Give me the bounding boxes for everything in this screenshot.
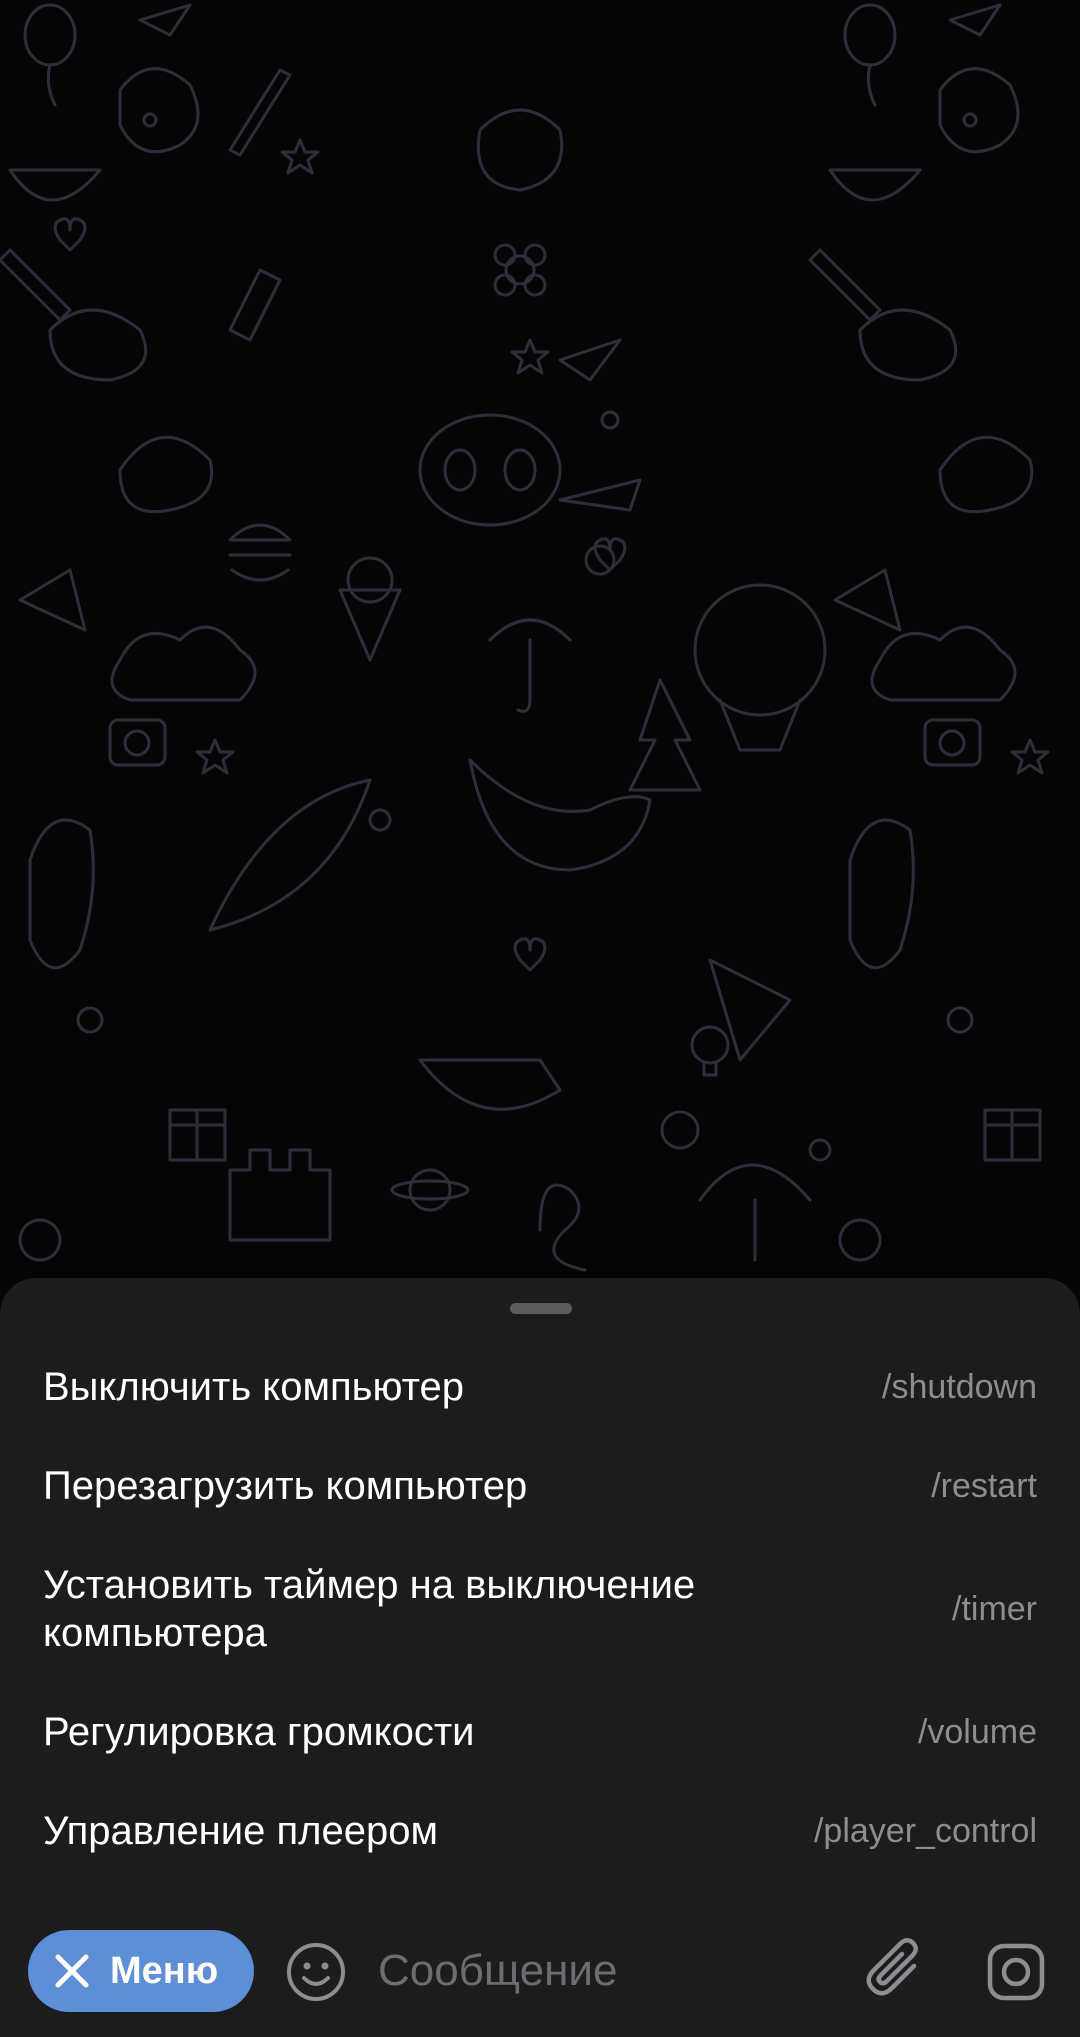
chat-wallpaper — [0, 3, 1050, 1272]
command-item-volume[interactable]: Регулировка громкости /volume — [0, 1708, 1080, 1756]
command-item-shutdown[interactable]: Выключить компьютер /shutdown — [0, 1363, 1080, 1411]
command-name: /volume — [917, 1713, 1037, 1751]
command-description: Управление плеером — [43, 1809, 438, 1853]
command-item-player-control[interactable]: Управление плеером /player_control — [0, 1807, 1080, 1855]
message-input[interactable] — [378, 1936, 838, 2006]
emoji-icon[interactable] — [284, 1940, 348, 2004]
sheet-drag-handle[interactable] — [510, 1303, 572, 1314]
command-description: Выключить компьютер — [43, 1365, 464, 1409]
command-description: Перезагрузить компьютер — [43, 1464, 528, 1508]
bot-menu-button[interactable]: Меню — [28, 1930, 254, 2012]
command-description: Регулировка громкости — [43, 1710, 475, 1754]
command-name: /shutdown — [882, 1368, 1037, 1406]
instagram-camera-icon[interactable] — [984, 1940, 1048, 2004]
command-item-restart[interactable]: Перезагрузить компьютер /restart — [0, 1462, 1080, 1510]
command-item-timer[interactable]: Установить таймер на выключение компьюте… — [0, 1561, 1080, 1657]
chat-screen: Выключить компьютер /shutdown Перезагруз… — [0, 0, 1080, 2037]
command-name: /restart — [931, 1467, 1037, 1505]
command-name: /timer — [952, 1590, 1037, 1628]
command-description: Установить таймер на выключение компьюте… — [43, 1563, 696, 1655]
command-name: /player_control — [813, 1812, 1037, 1850]
close-icon — [55, 1954, 89, 1988]
menu-button-label: Меню — [110, 1949, 219, 1992]
paperclip-icon[interactable] — [862, 1936, 934, 2008]
